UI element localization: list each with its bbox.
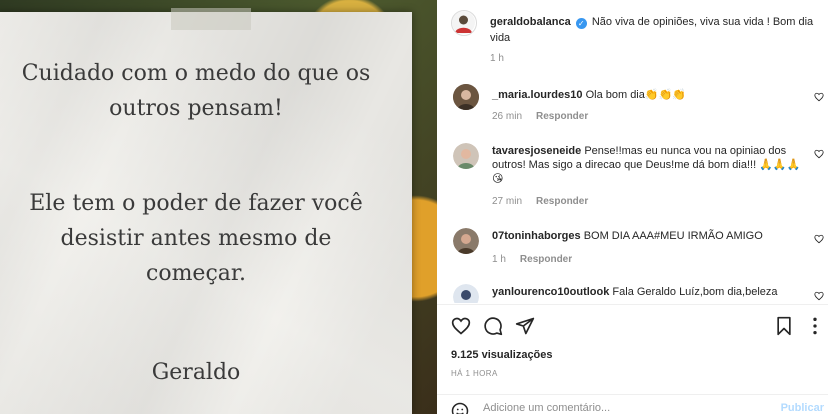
caption-age: 1 h [490, 53, 504, 64]
comment-item: yanlourenco10outlook Fala Geraldo Luíz,b… [437, 281, 828, 303]
reply-button[interactable]: Responder [520, 254, 572, 265]
save-bookmark-icon[interactable] [775, 316, 793, 336]
comment-text-line-1: Pense!!mas eu nunca vou na opiniao dos [584, 145, 787, 157]
verified-badge-icon: ✓ [575, 18, 587, 29]
more-options-icon[interactable] [807, 316, 823, 336]
comment-icon[interactable] [483, 316, 503, 336]
quote-signature: Geraldo [151, 360, 241, 385]
action-bar [451, 316, 821, 338]
views-count[interactable]: 9.125 visualizações [451, 349, 553, 361]
comment-username[interactable]: tavaresjoseneide [492, 145, 581, 157]
comment-text: Ola bom dia [585, 89, 645, 101]
divider [437, 304, 828, 305]
commenter-avatar-image [453, 228, 479, 254]
caption-text-line-1: Não viva de opiniões, viva sua vida ! Bo… [591, 16, 814, 28]
comment-text-block: tavaresjoseneide Pense!!mas eu nunca vou… [492, 145, 802, 186]
comment-text: Fala Geraldo Luíz,bom dia,beleza [612, 286, 778, 298]
comment-meta: 27 min Responder [492, 196, 588, 207]
comment-age: 1 h [492, 254, 506, 265]
comments-panel: geraldobalanca ✓ Não viva de opiniões, v… [437, 0, 828, 414]
comment-meta: 1 h Responder [492, 254, 572, 265]
quote-part-1: Cuidado com o medo do que os outros pens… [0, 56, 396, 126]
emoji-picker-icon[interactable] [451, 402, 469, 414]
comment-input[interactable]: Adicione um comentário... [483, 402, 828, 414]
caption-text-block: geraldobalanca ✓ Não viva de opiniões, v… [490, 14, 820, 46]
commenter-avatar[interactable] [453, 84, 479, 110]
tape [171, 8, 251, 30]
comment-username[interactable]: yanlourenco10outlook [492, 286, 609, 298]
like-comment-heart-icon[interactable] [814, 92, 824, 102]
comment-text-block: _maria.lourdes10 Ola bom dia👏👏👏 [492, 88, 686, 101]
comment-text-line-2: outros! Mas sigo a direcao que Deus!me d… [492, 159, 757, 171]
reply-button[interactable]: Responder [536, 111, 588, 122]
quote-line-4: desistir antes mesmo de [60, 226, 332, 251]
comment-age: 26 min [492, 111, 523, 122]
caption-username[interactable]: geraldobalanca [490, 16, 571, 28]
post-time: HÁ 1 HORA [451, 369, 498, 378]
post-image[interactable]: Cuidado com o medo do que os outros pens… [0, 0, 437, 414]
quote-line-1: Cuidado com o medo do que os [21, 61, 371, 86]
like-comment-heart-icon[interactable] [814, 291, 824, 301]
comment-text-block: 07toninhaborges BOM DIA AAA#MEU IRMÃO AM… [492, 230, 763, 242]
divider [437, 394, 828, 395]
commenter-avatar[interactable] [453, 228, 479, 254]
quote-line-3: Ele tem o poder de fazer você [29, 191, 363, 216]
author-avatar-image [452, 11, 475, 34]
clap-emoji: 👏👏👏 [644, 88, 686, 101]
comment-text-block: yanlourenco10outlook Fala Geraldo Luíz,b… [492, 286, 778, 298]
quote-part-2: Ele tem o poder de fazer você desistir a… [0, 186, 396, 291]
comment-age: 27 min [492, 196, 523, 207]
commenter-avatar[interactable] [453, 143, 479, 169]
author-avatar[interactable] [451, 10, 477, 36]
kiss-emoji: 😘 [492, 172, 504, 185]
quote-line-2: outros pensam! [109, 96, 283, 121]
paper-note: Cuidado com o medo do que os outros pens… [0, 8, 412, 414]
pray-emoji: 🙏🙏🙏 [759, 158, 801, 171]
publish-button[interactable]: Publicar [781, 402, 824, 414]
comment-text: BOM DIA AAA#MEU IRMÃO AMIGO [583, 230, 763, 242]
heart-icon[interactable] [451, 316, 471, 336]
caption-text-line-2: vida [490, 32, 511, 44]
commenter-avatar-image [453, 143, 479, 169]
reply-button[interactable]: Responder [536, 196, 588, 207]
comment-username[interactable]: 07toninhaborges [492, 230, 581, 242]
commenter-avatar[interactable] [453, 284, 479, 303]
commenter-avatar-image [453, 84, 479, 110]
commenter-avatar-image [453, 284, 479, 303]
quote-line-5: começar. [146, 261, 246, 286]
like-comment-heart-icon[interactable] [814, 149, 824, 159]
comment-meta: 26 min Responder [492, 111, 588, 122]
comment-username[interactable]: _maria.lourdes10 [492, 89, 583, 101]
share-icon[interactable] [515, 316, 535, 336]
like-comment-heart-icon[interactable] [814, 234, 824, 244]
